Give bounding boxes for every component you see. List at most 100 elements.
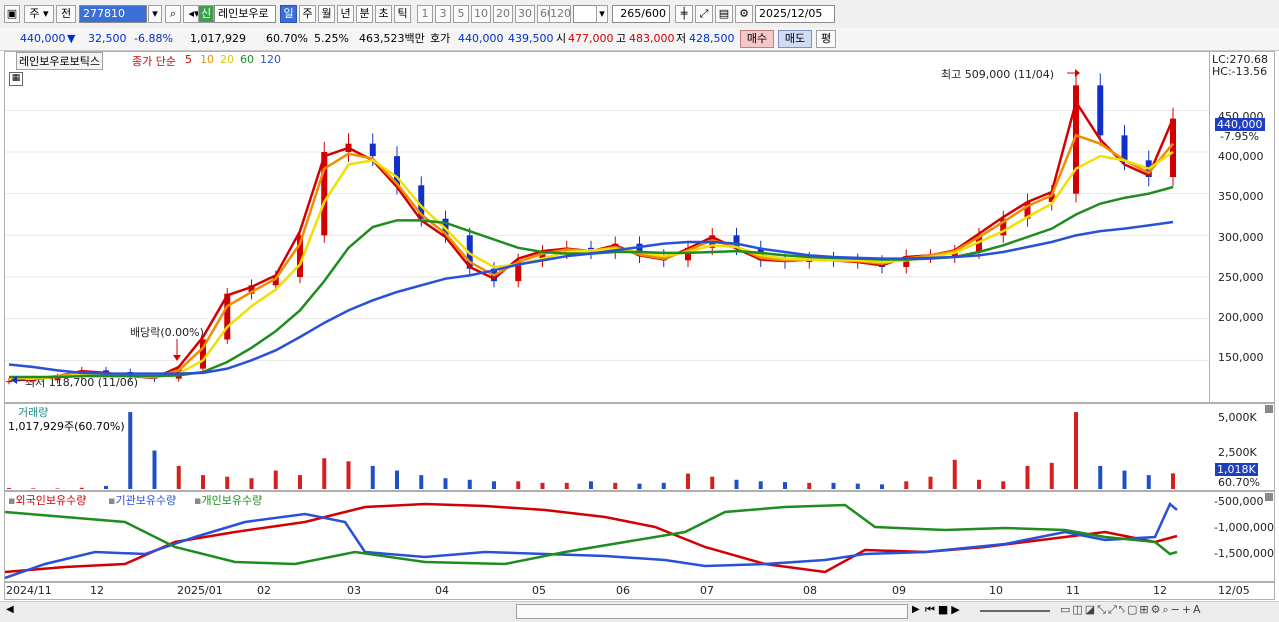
volume-bar xyxy=(637,483,642,489)
settings-gear-icon[interactable]: ⚙ xyxy=(735,5,753,23)
tab-weekly[interactable]: 주 xyxy=(299,5,316,23)
tab-yearly[interactable]: 년 xyxy=(337,5,354,23)
x-label: 2025/01 xyxy=(177,584,223,597)
volume-bar xyxy=(1001,481,1006,489)
volume-bar xyxy=(928,476,933,489)
volume-bar xyxy=(395,470,399,489)
volume-y-tick: 2,500K xyxy=(1218,446,1257,459)
tab-monthly[interactable]: 월 xyxy=(318,5,335,23)
volume-bar xyxy=(1025,465,1030,489)
volume-bar xyxy=(1049,462,1054,489)
candle-body xyxy=(1097,85,1104,136)
turnover-ratio: 5.25% xyxy=(314,32,349,45)
tab-second[interactable]: 초 xyxy=(375,5,392,23)
stock-name-field[interactable]: 레인보우로 xyxy=(214,5,276,23)
price-chart-svg xyxy=(5,69,1209,385)
scroll-thumb[interactable] xyxy=(516,604,908,619)
volume-bar xyxy=(686,473,690,489)
holding-panel-close-icon[interactable] xyxy=(1265,493,1273,501)
volume-bar xyxy=(661,482,666,489)
volume-bar xyxy=(55,488,60,489)
volume-bar xyxy=(1146,475,1151,489)
volume-bar xyxy=(79,487,84,489)
minute-option-5[interactable]: 5 xyxy=(453,5,469,23)
volume-ratio: 60.70% xyxy=(266,32,308,45)
volume-y-tick: 5,000K xyxy=(1218,411,1257,424)
data-count-field[interactable]: 265/600 xyxy=(612,5,670,23)
holding-y-tick: -1,000,000 xyxy=(1214,521,1274,534)
minute-option-30[interactable]: 30 xyxy=(515,5,535,23)
minute-option-20[interactable]: 20 xyxy=(493,5,513,23)
volume-bar xyxy=(589,481,593,489)
candles-group xyxy=(6,73,1176,385)
x-label: 2024/11 xyxy=(6,584,52,597)
tab-daily[interactable]: 일 xyxy=(280,5,297,23)
hc-label: HC:-13.56 xyxy=(1212,65,1268,78)
volume-panel-close-icon[interactable] xyxy=(1265,405,1273,413)
x-label: 04 xyxy=(435,584,449,597)
scroll-left-icon[interactable]: ◀ xyxy=(6,604,14,615)
tab-minute[interactable]: 분 xyxy=(356,5,373,23)
volume-current-pct: 60.70% xyxy=(1218,476,1260,489)
x-label: 08 xyxy=(803,584,817,597)
zoom-slider[interactable] xyxy=(980,610,1050,612)
holding-chart-svg xyxy=(5,501,1178,580)
volume-bar xyxy=(152,450,157,489)
playback-controls[interactable]: ⏮■▶ xyxy=(925,603,963,617)
change-down-icon: ▼ xyxy=(67,32,76,45)
code-dropdown-icon[interactable]: ▾ xyxy=(148,5,162,23)
scroll-right-icon[interactable]: ▶ xyxy=(912,604,920,615)
volume-bar xyxy=(370,465,375,489)
volume-bar xyxy=(1171,473,1175,489)
buy-button[interactable]: 매수 xyxy=(740,30,774,48)
volume-bar xyxy=(128,412,133,489)
search-icon[interactable]: ⌕ xyxy=(165,5,181,23)
volume-value: 1,017,929 xyxy=(190,32,246,45)
current-pct-tag: -7.95% xyxy=(1220,130,1259,143)
volume-bar xyxy=(346,461,351,489)
volume-bar xyxy=(492,481,496,489)
y-tick: 300,000 xyxy=(1218,231,1264,244)
x-label: 09 xyxy=(892,584,906,597)
x-label: 02 xyxy=(257,584,271,597)
current-price: 440,000 xyxy=(20,32,66,45)
window-menu-icon[interactable]: ▣ xyxy=(4,5,20,23)
price-change: 32,500 xyxy=(88,32,127,45)
market-select[interactable]: 주 ▾ xyxy=(24,5,54,23)
volume-bar xyxy=(443,478,448,489)
foreign-holding-line xyxy=(5,502,1178,574)
interval-dropdown-icon[interactable]: ▾ xyxy=(596,5,608,23)
date-input[interactable]: 2025/12/05 xyxy=(755,5,835,23)
x-label: 10 xyxy=(989,584,1003,597)
tab-tick[interactable]: 틱 xyxy=(394,5,411,23)
minute-option-120[interactable]: 120 xyxy=(549,5,571,23)
sell-button[interactable]: 매도 xyxy=(778,30,812,48)
save-icon[interactable]: ▤ xyxy=(715,5,733,23)
volume-bar xyxy=(298,475,302,489)
y-tick: 150,000 xyxy=(1218,351,1264,364)
candle-type-icon[interactable]: ╪ xyxy=(675,5,693,23)
open-label: 시 xyxy=(556,32,567,45)
draw-tool-icon[interactable]: ⤢ xyxy=(695,5,713,23)
stock-code-input[interactable]: 277810 xyxy=(79,5,147,23)
x-label: 03 xyxy=(347,584,361,597)
holding-y-tick: -500,000 xyxy=(1214,495,1264,508)
dividend-arrow-icon xyxy=(173,339,181,361)
minute-option-1[interactable]: 1 xyxy=(417,5,433,23)
minute-option-3[interactable]: 3 xyxy=(435,5,451,23)
volume-bar xyxy=(613,482,618,489)
volume-bar xyxy=(176,465,181,489)
view-tool-icons[interactable]: ▭◫◪⤡⤢⤣▢⊞⚙⌕−+A xyxy=(1060,603,1203,617)
candle-body xyxy=(369,143,376,157)
top-toolbar: ▣ 주 ▾ 전 277810 ▾ ⌕ ◂▾ 신 레인보우로 일 주 월 년 분 … xyxy=(0,0,1279,29)
volume-bar xyxy=(273,470,278,489)
minute-option-10[interactable]: 10 xyxy=(471,5,491,23)
bid-price: 439,500 xyxy=(508,32,554,45)
avg-price-button[interactable]: 평 xyxy=(816,30,836,48)
y-tick: 250,000 xyxy=(1218,271,1264,284)
prev-button[interactable]: 전 xyxy=(56,5,76,23)
volume-bar xyxy=(1122,470,1127,489)
volume-bar xyxy=(540,482,545,489)
volume-bar xyxy=(977,479,981,489)
x-label: 06 xyxy=(616,584,630,597)
